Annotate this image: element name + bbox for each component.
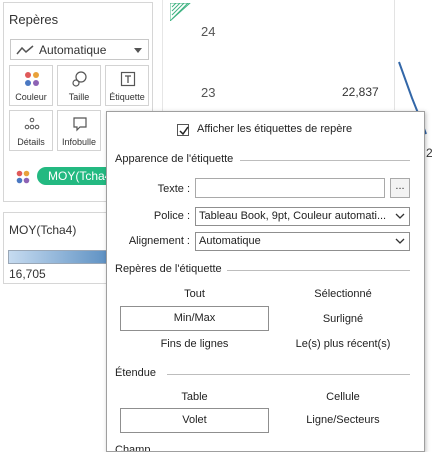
option-all[interactable]: Tout — [120, 288, 269, 300]
show-labels-checkbox[interactable] — [177, 124, 189, 136]
section-divider — [240, 160, 410, 161]
option-most-recent[interactable]: Le(s) plus récent(s) — [282, 338, 404, 350]
appearance-heading: Apparence de l'étiquette — [115, 153, 234, 165]
option-row-sectors[interactable]: Ligne/Secteurs — [282, 414, 404, 426]
edit-text-button[interactable]: ... — [390, 178, 410, 198]
option-table[interactable]: Table — [120, 391, 269, 403]
detail-dots-icon — [24, 117, 40, 130]
line-mark-icon — [16, 45, 34, 55]
alignment-value: Automatique — [199, 235, 261, 247]
detail-button[interactable]: Détails — [9, 110, 53, 151]
size-icon — [72, 71, 87, 87]
label-button[interactable]: Étiquette — [105, 65, 149, 106]
color-button-label: Couleur — [15, 92, 47, 102]
font-value: Tableau Book, 9pt, Couleur automati... — [199, 210, 387, 222]
chevron-down-icon — [395, 213, 405, 219]
alignment-dropdown[interactable]: Automatique — [195, 232, 410, 251]
color-button[interactable]: Couleur — [9, 65, 53, 106]
mark-type-dropdown[interactable]: Automatique — [10, 39, 149, 60]
tooltip-bubble-icon — [73, 117, 87, 132]
size-button[interactable]: Taille — [57, 65, 101, 106]
show-labels-label: Afficher les étiquettes de repère — [197, 123, 353, 135]
label-text-input[interactable] — [195, 178, 385, 198]
label-settings-popup: Afficher les étiquettes de repère Appare… — [106, 111, 425, 452]
option-highlighted[interactable]: Surligné — [282, 313, 404, 325]
marks-to-label-heading: Repères de l'étiquette — [115, 263, 222, 275]
option-pane[interactable]: Volet — [120, 408, 269, 433]
color-dots-icon — [25, 72, 39, 86]
label-button-label: Étiquette — [109, 92, 145, 102]
marks-title: Repères — [9, 12, 59, 27]
section-divider — [227, 270, 410, 271]
font-field-label: Police : — [153, 210, 190, 222]
data-label: 2 — [426, 146, 432, 160]
checkmark-icon — [179, 126, 189, 136]
text-field-label: Texte : — [157, 183, 190, 195]
chevron-down-icon — [134, 48, 142, 53]
option-cell[interactable]: Cellule — [282, 391, 404, 403]
legend-min-value: 16,705 — [9, 267, 46, 281]
mark-type-value: Automatique — [39, 43, 107, 57]
option-line-ends[interactable]: Fins de lignes — [120, 338, 269, 350]
option-minmax[interactable]: Min/Max — [120, 306, 269, 331]
label-t-icon — [120, 71, 136, 87]
detail-button-label: Détails — [17, 137, 45, 147]
alignment-field-label: Alignement : — [128, 235, 190, 247]
tooltip-button-label: Infobulle — [61, 137, 97, 147]
option-selected[interactable]: Sélectionné — [282, 288, 404, 300]
size-button-label: Taille — [68, 92, 90, 102]
tooltip-button[interactable]: Infobulle — [57, 110, 101, 151]
color-dots-icon — [16, 170, 30, 184]
chevron-down-icon — [395, 238, 405, 244]
field-heading: Champ — [115, 444, 151, 452]
legend-title: MOY(Tcha4) — [9, 223, 77, 237]
scope-heading: Étendue — [115, 367, 156, 379]
data-label: 22,837 — [342, 85, 379, 99]
section-divider — [167, 374, 410, 375]
font-dropdown[interactable]: Tableau Book, 9pt, Couleur automati... — [195, 207, 410, 226]
